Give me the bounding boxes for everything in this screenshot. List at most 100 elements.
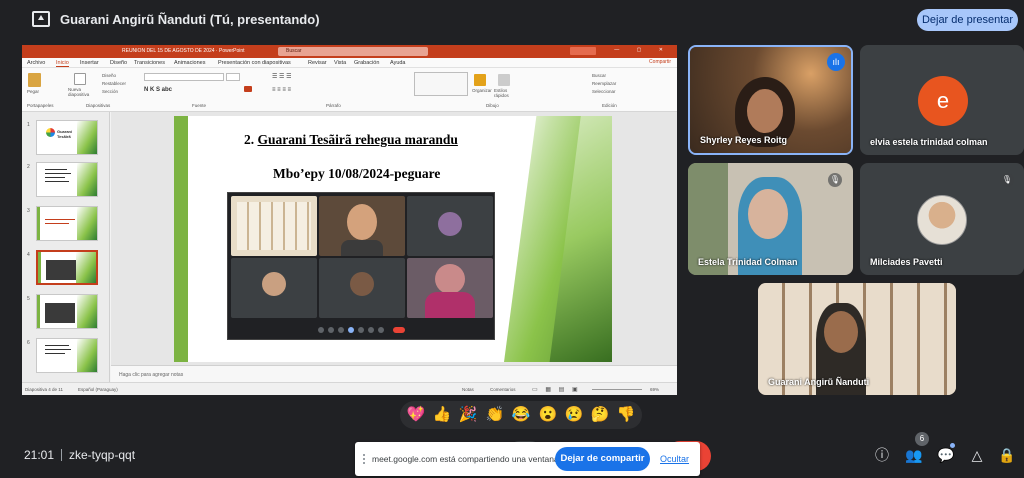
comments-toggle[interactable]: Comentarios [490,387,516,392]
ppt-title-bar: REUNION DEL 15 DE AGOSTO DE 2024 · Power… [22,45,677,58]
chat-notification-dot [950,443,955,448]
slide-thumbnail-4-active[interactable] [36,250,98,285]
view-buttons[interactable]: ▭ ▦ ▤ ▣ [532,386,581,393]
screenshot-tile [231,196,317,256]
slide-thumbnails: 1 Guarani Tesãirã 2 3 4 5 6 [22,112,110,382]
new-slide-label: Nueva diapositiva [68,87,90,97]
people-icon[interactable]: 👥 [905,446,923,464]
reaction-thinking[interactable]: 🤔 [590,405,610,425]
reaction-surprised[interactable]: 😮 [538,405,558,425]
ppt-window-controls[interactable]: — ▢ ✕ [614,47,671,53]
notes-toggle[interactable]: Notas [462,387,474,392]
participant-tile-milciades[interactable]: Milciades Pavetti 🎙 [860,163,1024,275]
ppt-body: 1 Guarani Tesãirã 2 3 4 5 6 2. Guarani T… [22,112,677,395]
chat-icon[interactable]: 💬 [937,446,955,464]
drag-handle-icon[interactable] [363,454,365,464]
design-label[interactable]: Diseño [102,73,116,78]
screenshot-controls [228,321,494,339]
ppt-menu-presentacion[interactable]: Presentación con diapositivas [218,60,291,66]
slide-counter: Diapositiva 4 de 11 [25,387,63,392]
paste-label: Pegar [27,89,40,94]
slide-title-number: 2. [244,132,255,147]
font-color-icon[interactable] [244,86,252,92]
reaction-thumbs-down[interactable]: 👎 [616,405,636,425]
mic-off-icon: 🎙 [1000,173,1014,187]
font-family-select[interactable] [144,73,224,81]
sharing-message: meet.google.com está compartiendo una ve… [372,454,562,464]
ppt-menu-archivo[interactable]: Archivo [27,60,45,66]
ppt-ribbon: Pegar Nueva diapositiva Diseño Restablec… [22,68,677,112]
reaction-sad[interactable]: 😢 [564,405,584,425]
reaction-laugh[interactable]: 😂 [511,405,531,425]
ppt-menu-diseno[interactable]: Diseño [110,60,127,66]
ppt-status-bar: Diapositiva 4 de 11 Español (Paraguay) N… [22,382,677,395]
speaking-indicator-icon: ılı [827,53,845,71]
list-buttons[interactable]: ☰ ☰ ☰ [272,73,291,80]
ppt-menu-vista[interactable]: Vista [334,60,346,66]
section-label[interactable]: Sección [102,89,118,94]
language-indicator[interactable]: Español (Paraguay) [78,387,118,392]
thumb-number: 3 [27,208,30,214]
organize-label: Organizar [472,88,492,93]
stop-sharing-button[interactable]: Dejar de compartir [555,447,650,471]
slide-thumbnail-2[interactable] [36,162,98,197]
ppt-menu-grabacion[interactable]: Grabación [354,60,379,66]
group-fuente: Fuente [192,103,207,108]
font-size-select[interactable] [226,73,240,81]
replace-button[interactable]: Reemplazar [592,81,616,86]
reaction-thumbs-up[interactable]: 👍 [432,405,452,425]
new-slide-icon[interactable] [74,73,86,85]
select-button[interactable]: Seleccionar [592,89,616,94]
slide-thumbnail-3[interactable] [36,206,98,241]
thumb-number: 5 [27,296,30,302]
ppt-menu-revisar[interactable]: Revisar [308,60,327,66]
participant-name: Estela Trinidad Colman [698,257,798,267]
logo-icon [46,128,55,137]
zoom-level[interactable]: 69% [650,387,659,392]
reaction-clap[interactable]: 👏 [485,405,505,425]
info-icon[interactable]: ⓘ [873,446,891,464]
group-dibujo: Dibujo [486,103,499,108]
ppt-menu-animaciones[interactable]: Animaciones [174,60,206,66]
slide-title-text: Guarani Tesãirã rehegua marandu [257,132,458,147]
slide-thumbnail-1[interactable]: Guarani Tesãirã [36,120,98,155]
organize-icon[interactable] [474,74,486,86]
participant-tile-guarani-self[interactable]: Guarani Angirũ Ñanduti [758,283,956,395]
ppt-menu-inicio[interactable]: Inicio [56,60,69,67]
quick-styles-label: Estilos rápidos [494,88,509,98]
notes-pane[interactable]: Haga clic para agregar notas [111,365,677,382]
host-controls-icon[interactable]: 🔒 [998,446,1016,464]
group-edicion: Edición [602,103,617,108]
paste-icon[interactable] [28,73,41,87]
align-buttons[interactable]: ≡ ≡ ≡ ≡ [272,87,291,93]
shapes-gallery[interactable] [414,72,468,96]
participant-tile-estela[interactable]: Estela Trinidad Colman 🎙 [688,163,853,275]
hide-banner-link[interactable]: Ocultar [660,454,689,464]
reaction-party[interactable]: 🎉 [458,405,478,425]
current-slide[interactable]: 2. Guarani Tesãirã rehegua marandu Mbo’e… [174,116,612,362]
reset-label[interactable]: Restablecer [102,81,126,86]
find-button[interactable]: Buscar [592,73,606,78]
reaction-heart[interactable]: 💖 [406,405,426,425]
zoom-slider[interactable] [592,389,642,390]
group-diapositivas: Diapositivas [86,103,111,108]
reactions-bar: 💖 👍 🎉 👏 😂 😮 😢 🤔 👎 [400,401,642,429]
quick-styles-icon[interactable] [498,74,510,86]
ppt-account-badge[interactable] [570,47,596,55]
ppt-menu-transiciones[interactable]: Transiciones [134,60,165,66]
meeting-code: zke-tyqp-qqt [69,448,136,462]
ppt-search-box[interactable]: Buscar [278,47,428,56]
ppt-menu-insertar[interactable]: Insertar [80,60,99,66]
stop-presenting-button[interactable]: Dejar de presentar [917,9,1018,31]
screenshot-tile [319,258,405,318]
group-portapapeles: Portapapeles [27,103,54,108]
participant-name: elvia estela trinidad colman [870,137,988,147]
slide-thumbnail-6[interactable] [36,338,98,373]
slide-thumbnail-5[interactable] [36,294,98,329]
activities-icon[interactable]: △ [968,446,986,464]
ppt-share-button[interactable]: Compartir [649,59,671,65]
slide-subtitle: Mbo’epy 10/08/2024-peguare [273,166,441,181]
ppt-menu-ayuda[interactable]: Ayuda [390,60,406,66]
font-format-buttons[interactable]: N K S abc [144,87,172,93]
meeting-time: 21:01 [24,448,55,462]
